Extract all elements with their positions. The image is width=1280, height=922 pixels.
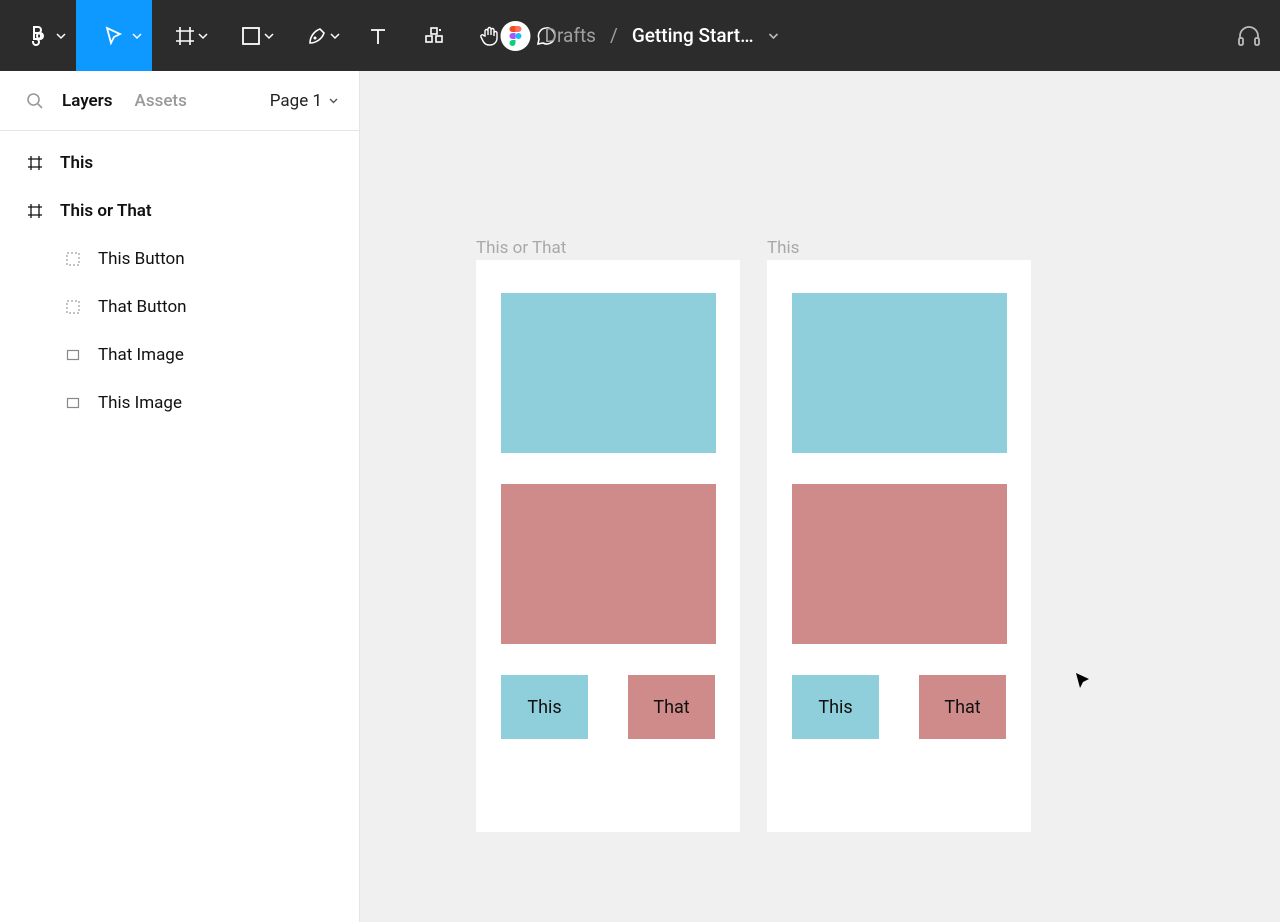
layer-that-image[interactable]: That Image (0, 331, 359, 379)
canvas-this-image[interactable] (501, 293, 716, 453)
document-title[interactable]: Getting Start… (632, 24, 754, 47)
page-selector[interactable]: Page 1 (270, 91, 339, 111)
chevron-down-icon (264, 31, 274, 41)
page-label: Page 1 (270, 91, 322, 111)
rectangle-icon (62, 348, 84, 362)
document-title-area: Drafts / Getting Start… (500, 0, 779, 71)
frame-icon (174, 25, 196, 47)
chevron-down-icon (132, 31, 142, 41)
layer-label: This or That (60, 201, 152, 221)
pen-icon (306, 25, 328, 47)
layer-frame-this-or-that[interactable]: This or That (0, 187, 359, 235)
search-icon[interactable] (26, 92, 44, 110)
figma-logo-badge (500, 21, 530, 51)
cursor-icon (1075, 672, 1091, 690)
rectangle-icon (240, 25, 262, 47)
resources-icon (423, 25, 445, 47)
layer-that-button[interactable]: That Button (0, 283, 359, 331)
tab-assets[interactable]: Assets (135, 91, 187, 111)
chevron-down-icon (198, 31, 208, 41)
layer-label: This Image (98, 393, 182, 413)
chevron-down-icon (330, 31, 340, 41)
layer-this-button[interactable]: This Button (0, 235, 359, 283)
group-icon (62, 300, 84, 314)
layer-label: This (60, 153, 93, 173)
button-label: This (818, 697, 852, 718)
layer-label: That Button (98, 297, 187, 317)
canvas-that-image[interactable] (501, 484, 716, 644)
text-icon (367, 25, 389, 47)
chevron-down-icon (56, 31, 66, 41)
panel-header: Layers Assets Page 1 (0, 71, 359, 131)
button-label: That (944, 697, 980, 718)
move-tool-button[interactable] (76, 0, 152, 71)
resources-tool-button[interactable] (406, 0, 462, 71)
button-label: That (653, 697, 689, 718)
breadcrumb-drafts[interactable]: Drafts (544, 24, 596, 47)
layer-frame-this[interactable]: This (0, 139, 359, 187)
cursor-icon (103, 25, 125, 47)
left-panel: Layers Assets Page 1 This This or That T… (0, 71, 360, 922)
toolbar: Drafts / Getting Start… (0, 0, 1280, 71)
frame-label-this-or-that[interactable]: This or That (476, 238, 566, 258)
canvas-frame-this[interactable]: This That (767, 260, 1031, 832)
main-menu-button[interactable] (0, 0, 76, 71)
voice-chat-button[interactable] (1236, 0, 1262, 71)
frame-tool-button[interactable] (152, 0, 218, 71)
canvas-this-image-2[interactable] (792, 293, 1007, 453)
layers-tree: This This or That This Button That Butto… (0, 131, 359, 427)
figma-logo-icon (508, 26, 522, 46)
chevron-down-icon (328, 95, 339, 106)
canvas-that-button-2[interactable]: That (919, 675, 1006, 739)
breadcrumb-separator: / (610, 24, 618, 47)
group-icon (62, 252, 84, 266)
tab-layers[interactable]: Layers (62, 91, 113, 111)
canvas-this-button[interactable]: This (501, 675, 588, 739)
button-label: This (527, 697, 561, 718)
hand-icon (478, 24, 502, 48)
frame-label-this[interactable]: This (767, 238, 799, 258)
text-tool-button[interactable] (350, 0, 406, 71)
figma-menu-icon (26, 24, 50, 48)
chevron-down-icon[interactable] (768, 30, 780, 42)
canvas-frame-this-or-that[interactable]: This That (476, 260, 740, 832)
layer-this-image[interactable]: This Image (0, 379, 359, 427)
frame-icon (24, 203, 46, 219)
shape-tool-button[interactable] (218, 0, 284, 71)
frame-icon (24, 155, 46, 171)
headphones-icon (1236, 23, 1262, 49)
canvas-this-button-2[interactable]: This (792, 675, 879, 739)
rectangle-icon (62, 396, 84, 410)
layer-label: That Image (98, 345, 184, 365)
canvas-that-button[interactable]: That (628, 675, 715, 739)
canvas[interactable]: This or That This That This This That (360, 71, 1280, 922)
canvas-that-image-2[interactable] (792, 484, 1007, 644)
pen-tool-button[interactable] (284, 0, 350, 71)
layer-label: This Button (98, 249, 185, 269)
